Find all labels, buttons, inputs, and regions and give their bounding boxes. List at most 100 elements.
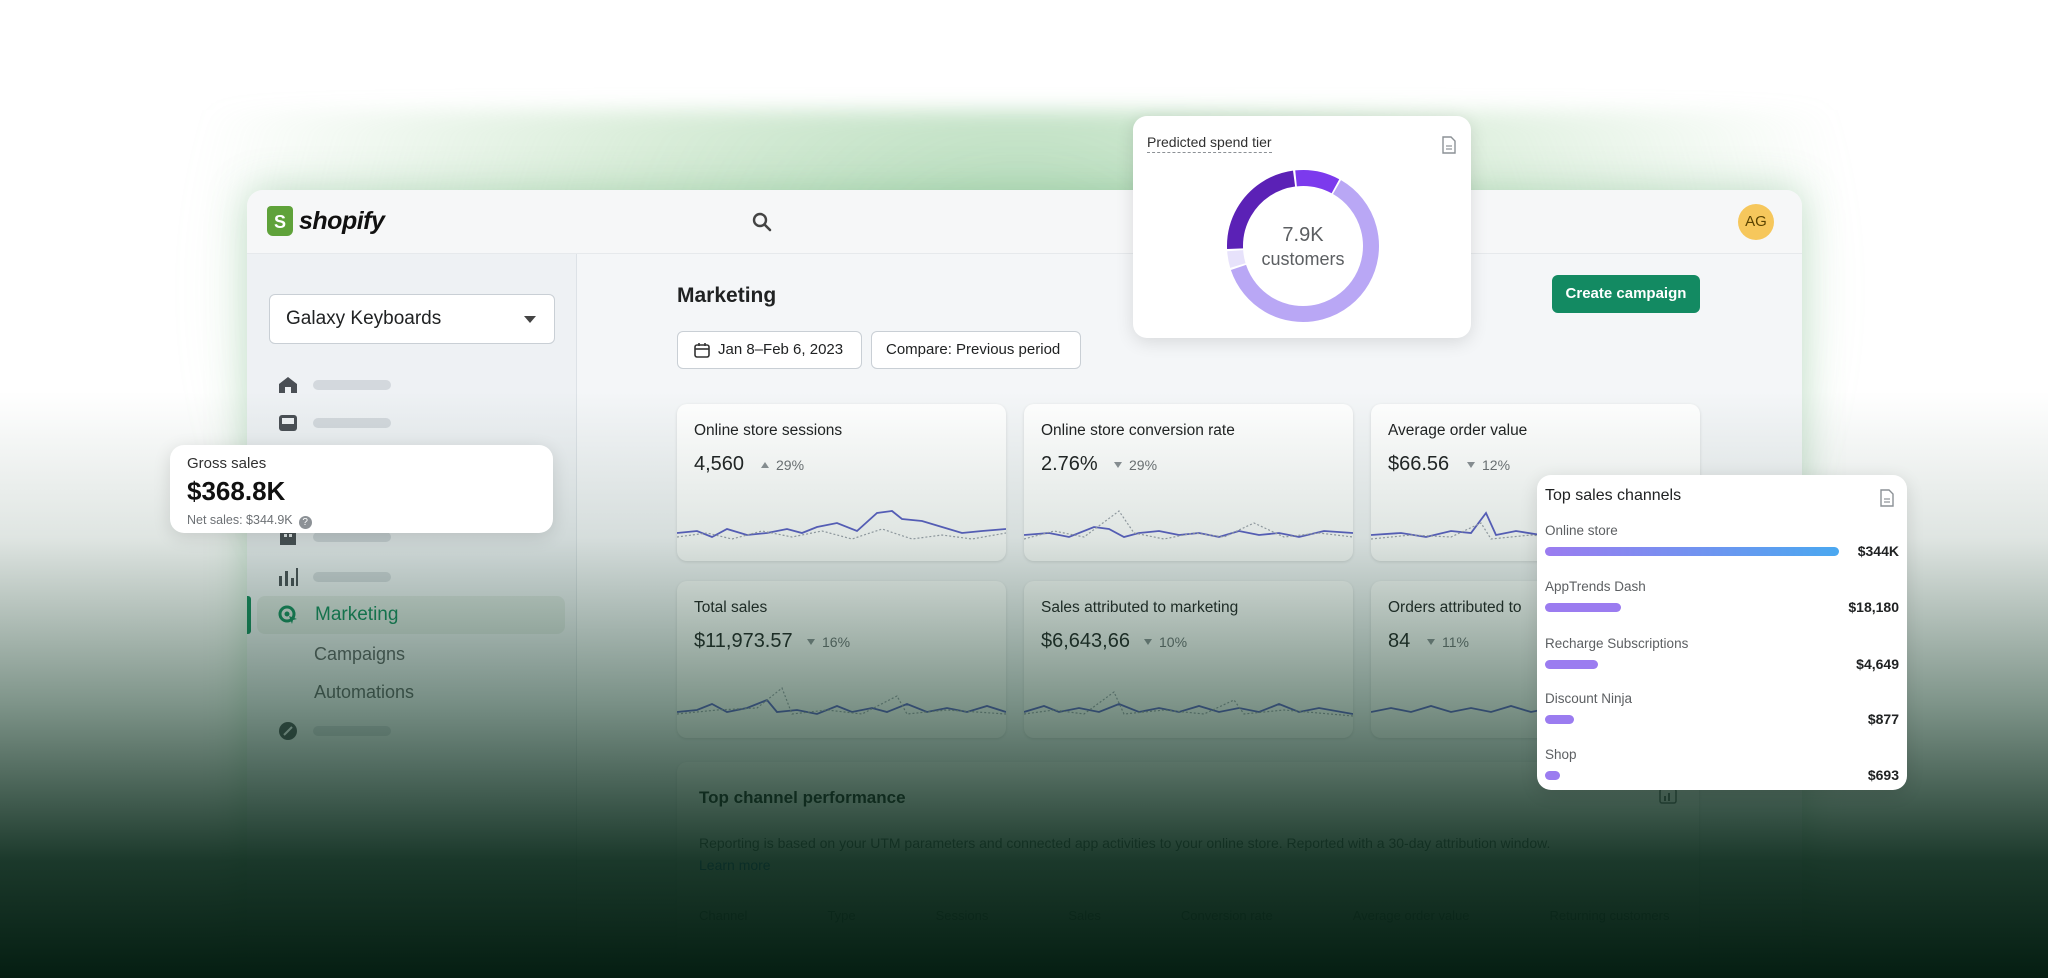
channel-value: $4,649	[1856, 656, 1899, 672]
channel-value: $877	[1867, 711, 1899, 727]
sidebar-item-marketing-bg	[257, 596, 565, 634]
column-header[interactable]: Average order value	[1353, 908, 1470, 923]
placeholder-label	[313, 572, 391, 582]
export-icon[interactable]	[1879, 489, 1895, 507]
metric-title: Online store conversion rate	[1041, 422, 1235, 439]
date-range-picker[interactable]: Jan 8–Feb 6, 2023	[677, 331, 862, 369]
learn-more-link[interactable]: Learn more	[699, 857, 771, 873]
channel-performance-title: Top channel performance	[699, 788, 906, 807]
metric-value: 4,560	[694, 453, 745, 475]
channel-name: Online store	[1545, 523, 1618, 538]
shopify-bag-icon: S	[267, 206, 293, 236]
trend-down-icon	[1144, 639, 1152, 645]
column-header[interactable]: Channel	[699, 908, 747, 923]
metric-value: $66.56	[1388, 453, 1450, 475]
store-name: Galaxy Keyboards	[286, 308, 442, 329]
search-icon[interactable]	[750, 210, 774, 234]
active-indicator	[247, 596, 251, 634]
placeholder-label	[313, 726, 391, 736]
top-sales-channels-panel: Top sales channels Online store $344K Ap…	[1537, 475, 1907, 790]
sidebar-item-campaigns[interactable]: Campaigns	[314, 644, 405, 665]
shopify-logo[interactable]: S shopify	[267, 206, 385, 236]
spend-tier-panel: Predicted spend tier 7.9K customers	[1133, 116, 1471, 338]
spend-tier-title: Predicted spend tier	[1147, 134, 1272, 153]
channel-value: $344K	[1857, 543, 1899, 559]
table-header: Channel Type Sessions Sales Conversion r…	[699, 908, 1669, 923]
inbox-icon	[279, 415, 297, 431]
column-header[interactable]: Sessions	[936, 908, 989, 923]
sparkline-chart	[677, 687, 1006, 715]
channel-performance-card: Top channel performance Reporting is bas…	[677, 762, 1699, 978]
sidebar-item-orders[interactable]	[277, 412, 391, 434]
metric-title: Total sales	[694, 599, 768, 616]
sparkline-chart	[1024, 691, 1353, 717]
channel-value: $693	[1867, 767, 1899, 783]
metric-value: 84	[1388, 630, 1411, 652]
help-icon[interactable]: ?	[298, 516, 312, 529]
metric-card[interactable]: Online store sessions 4,560 29%	[677, 404, 1006, 561]
marketing-icon	[278, 605, 297, 624]
net-sales: Net sales: $344.9K?	[187, 513, 312, 529]
sparkline-chart	[1024, 510, 1353, 540]
channel-name: Discount Ninja	[1545, 691, 1633, 706]
sidebar-item-marketing[interactable]: Marketing	[315, 604, 398, 626]
channel-row[interactable]: AppTrends Dash $18,180	[1545, 579, 1899, 615]
export-icon[interactable]	[1441, 136, 1457, 154]
sidebar-item-analytics[interactable]	[277, 566, 391, 588]
metric-card[interactable]: Total sales $11,973.57 16%	[677, 581, 1006, 738]
store-selector[interactable]: Galaxy Keyboards	[269, 294, 555, 344]
channel-bar	[1545, 603, 1621, 612]
trend-down-icon	[1427, 639, 1435, 645]
column-header[interactable]: Sales	[1068, 908, 1101, 923]
metric-title: Average order value	[1388, 422, 1528, 439]
channel-bar	[1545, 660, 1598, 669]
date-range-label: Jan 8–Feb 6, 2023	[718, 341, 844, 358]
top-bar: S shopify AG	[247, 190, 1802, 254]
channel-row[interactable]: Online store $344K	[1545, 523, 1899, 559]
channel-row[interactable]: Discount Ninja $877	[1545, 691, 1899, 727]
gross-sales-panel: Gross sales $368.8K Net sales: $344.9K?	[170, 445, 553, 533]
channel-row[interactable]: Recharge Subscriptions $4,649	[1545, 636, 1899, 672]
column-header[interactable]: Type	[827, 908, 855, 923]
placeholder-label	[313, 380, 391, 390]
metric-title: Online store sessions	[694, 422, 843, 439]
metric-value: $11,973.57	[694, 630, 793, 652]
column-header[interactable]: Conversion rate	[1181, 908, 1273, 923]
avatar[interactable]: AG	[1738, 204, 1774, 240]
trend-down-icon	[1467, 462, 1475, 468]
metric-delta: 10%	[1144, 634, 1187, 650]
chart-icon[interactable]	[1659, 788, 1677, 804]
chevron-down-icon	[524, 316, 536, 323]
metric-title: Orders attributed to	[1388, 599, 1522, 616]
create-campaign-button[interactable]: Create campaign	[1552, 275, 1700, 313]
sparkline-chart	[677, 510, 1006, 540]
metric-title: Sales attributed to marketing	[1041, 599, 1239, 616]
metric-value: 2.76%	[1041, 453, 1098, 475]
column-header[interactable]: Returning customers	[1550, 908, 1670, 923]
metric-value: $6,643,66	[1041, 630, 1130, 652]
channel-value: $18,180	[1848, 599, 1899, 615]
metric-card[interactable]: Sales attributed to marketing $6,643,66 …	[1024, 581, 1353, 738]
sidebar-item-automations[interactable]: Automations	[314, 682, 414, 703]
channel-bar	[1545, 715, 1574, 724]
page-title: Marketing	[677, 284, 777, 307]
placeholder-label	[313, 418, 391, 428]
compare-period-button[interactable]: Compare: Previous period	[871, 331, 1081, 369]
sidebar: Galaxy Keyboards Marketing Campaigns Aut…	[247, 254, 577, 978]
channel-name: Recharge Subscriptions	[1545, 636, 1689, 651]
channel-row[interactable]: Shop $693	[1545, 747, 1899, 783]
channel-bar	[1545, 771, 1560, 780]
calendar-icon	[694, 343, 710, 358]
gross-sales-label: Gross sales	[187, 455, 267, 472]
placeholder-label	[313, 532, 391, 542]
metric-delta: 11%	[1427, 634, 1469, 650]
metric-delta: 29%	[1114, 457, 1157, 473]
trend-down-icon	[807, 639, 815, 645]
sidebar-item-discounts[interactable]	[277, 720, 391, 742]
home-icon	[279, 377, 297, 393]
trend-down-icon	[1114, 462, 1122, 468]
metric-card[interactable]: Online store conversion rate 2.76% 29%	[1024, 404, 1353, 561]
sidebar-item-home[interactable]	[277, 374, 391, 396]
metric-delta: 16%	[807, 634, 850, 650]
trend-up-icon	[761, 462, 769, 468]
